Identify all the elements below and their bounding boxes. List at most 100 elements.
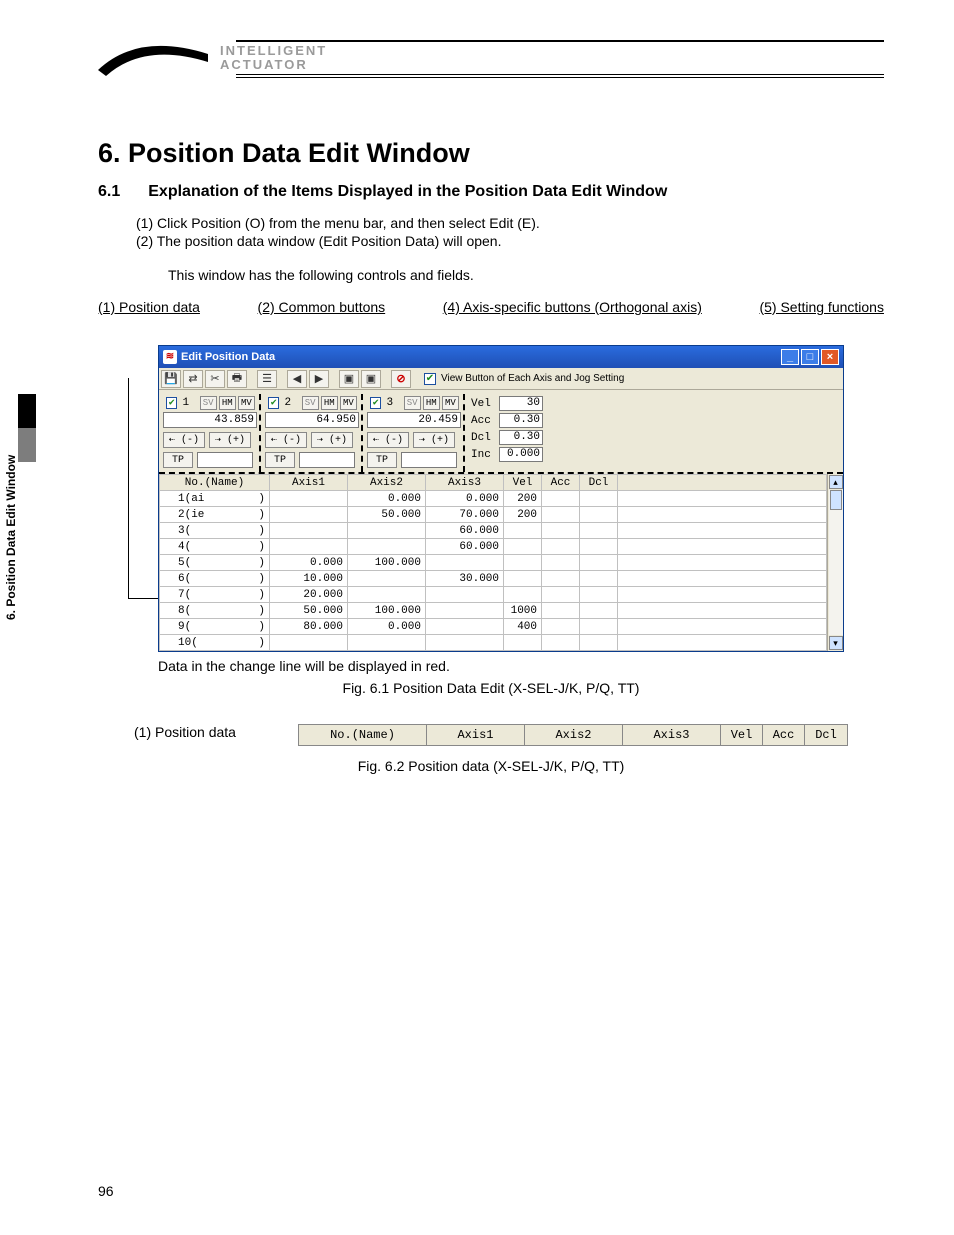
minimize-button[interactable]: _ bbox=[781, 349, 799, 365]
hs-axis1: Axis1 bbox=[427, 725, 525, 745]
jog-vel-input[interactable]: 30 bbox=[499, 396, 543, 411]
axis1-tp-button[interactable]: TP bbox=[163, 452, 193, 468]
jog-vel-label: Vel bbox=[471, 398, 495, 410]
jog-acc-label: Acc bbox=[471, 415, 495, 427]
callout-2: (2) Common buttons bbox=[258, 299, 386, 315]
window-title: Edit Position Data bbox=[181, 351, 275, 363]
hs-vel: Vel bbox=[721, 725, 763, 745]
table-row[interactable]: 8()50.000100.0001000 bbox=[160, 603, 827, 619]
axis-panel-2: ✔ 2 SV HM MV 64.950 ⇠ (-) ⇢ (+) TP bbox=[263, 394, 363, 472]
axis2-hm-button[interactable]: HM bbox=[321, 396, 338, 410]
hs-acc: Acc bbox=[763, 725, 805, 745]
jog-acc-input[interactable]: 0.30 bbox=[499, 413, 543, 428]
axis3-sv-button[interactable]: SV bbox=[404, 396, 421, 410]
teach-icon[interactable]: ☰ bbox=[257, 370, 277, 388]
instructions: (1) Click Position (O) from the menu bar… bbox=[136, 215, 884, 283]
scroll-down-icon[interactable]: ▾ bbox=[829, 636, 843, 650]
section-title: 6. Position Data Edit Window bbox=[98, 138, 884, 169]
axis2-sv-button[interactable]: SV bbox=[302, 396, 319, 410]
axis3-mv-button[interactable]: MV bbox=[442, 396, 459, 410]
axis3-jog-minus[interactable]: ⇠ (-) bbox=[367, 432, 409, 448]
axis1-position[interactable]: 43.859 bbox=[163, 412, 257, 428]
col-dcl: Dcl bbox=[580, 475, 618, 491]
axis-panels: ✔ 1 SV HM MV 43.859 ⇠ (-) ⇢ (+) TP bbox=[159, 390, 843, 474]
app-icon: ≋ bbox=[163, 350, 177, 364]
subsection-heading: 6.1 Explanation of the Items Displayed i… bbox=[98, 183, 884, 201]
jog-dcl-input[interactable]: 0.30 bbox=[499, 430, 543, 445]
close-button[interactable]: × bbox=[821, 349, 839, 365]
maximize-button[interactable]: □ bbox=[801, 349, 819, 365]
toolbar: 💾 ⇄ ✂ 🖶 ☰ ◀ ▶ ▣ ▣ ⊘ ✔ View Button of Eac… bbox=[159, 368, 843, 390]
hs-axis3: Axis3 bbox=[623, 725, 721, 745]
axis1-number: 1 bbox=[182, 397, 197, 409]
callout-1: (1) Position data bbox=[98, 299, 200, 315]
axis3-jog-plus[interactable]: ⇢ (+) bbox=[413, 432, 455, 448]
position-data-header-strip: No.(Name) Axis1 Axis2 Axis3 Vel Acc Dcl bbox=[298, 724, 848, 746]
scroll-thumb[interactable] bbox=[830, 490, 842, 510]
hs-axis2: Axis2 bbox=[525, 725, 623, 745]
axis3-number: 3 bbox=[386, 397, 401, 409]
col-axis1: Axis1 bbox=[270, 475, 348, 491]
col-axis3: Axis3 bbox=[426, 475, 504, 491]
axis2-tp-button[interactable]: TP bbox=[265, 452, 295, 468]
axis2-jog-plus[interactable]: ⇢ (+) bbox=[311, 432, 353, 448]
table-row[interactable]: 9()80.0000.000400 bbox=[160, 619, 827, 635]
cut-icon[interactable]: ✂ bbox=[205, 370, 225, 388]
axis3-tp-input[interactable] bbox=[401, 452, 457, 468]
print-icon[interactable]: 🖶 bbox=[227, 370, 247, 388]
table-row[interactable]: 6()10.00030.000 bbox=[160, 571, 827, 587]
vertical-scrollbar[interactable]: ▴ ▾ bbox=[827, 474, 843, 651]
table-row[interactable]: 10() bbox=[160, 635, 827, 651]
instruction-1: (1) Click Position (O) from the menu bar… bbox=[136, 215, 884, 231]
transfer-icon[interactable]: ⇄ bbox=[183, 370, 203, 388]
axis2-position[interactable]: 64.950 bbox=[265, 412, 359, 428]
axis3-enable-checkbox[interactable]: ✔ bbox=[370, 397, 381, 409]
figure-6-1-caption: Fig. 6.1 Position Data Edit (X-SEL-J/K, … bbox=[98, 680, 884, 696]
hs-name: No.(Name) bbox=[299, 725, 427, 745]
axis1-hm-button[interactable]: HM bbox=[219, 396, 236, 410]
table-row[interactable]: 4()60.000 bbox=[160, 539, 827, 555]
position-data-sublabel: (1) Position data bbox=[98, 724, 298, 740]
axis1-enable-checkbox[interactable]: ✔ bbox=[166, 397, 177, 409]
next-icon[interactable]: ▶ bbox=[309, 370, 329, 388]
cancel-icon[interactable]: ⊘ bbox=[391, 370, 411, 388]
axis1-sv-button[interactable]: SV bbox=[200, 396, 217, 410]
table-row[interactable]: 1(ai)0.0000.000200 bbox=[160, 491, 827, 507]
axis2-jog-minus[interactable]: ⇠ (-) bbox=[265, 432, 307, 448]
axis1-tp-input[interactable] bbox=[197, 452, 253, 468]
caption-redline: Data in the change line will be displaye… bbox=[158, 658, 884, 674]
callout-4: (4) Axis-specific buttons (Orthogonal ax… bbox=[443, 299, 702, 315]
jog-inc-input[interactable]: 0.000 bbox=[499, 447, 543, 462]
titlebar: ≋ Edit Position Data _ □ × bbox=[159, 346, 843, 368]
edit-position-data-window: ≋ Edit Position Data _ □ × 💾 ⇄ ✂ 🖶 ☰ ◀ ▶… bbox=[158, 345, 844, 652]
step-icon[interactable]: ▣ bbox=[361, 370, 381, 388]
view-axis-checkbox[interactable]: ✔ bbox=[424, 373, 436, 385]
axis1-mv-button[interactable]: MV bbox=[238, 396, 255, 410]
prev-icon[interactable]: ◀ bbox=[287, 370, 307, 388]
run-icon[interactable]: ▣ bbox=[339, 370, 359, 388]
side-tab-label: 6. Position Data Edit Window bbox=[4, 455, 18, 620]
axis2-enable-checkbox[interactable]: ✔ bbox=[268, 397, 279, 409]
axis2-tp-input[interactable] bbox=[299, 452, 355, 468]
scroll-up-icon[interactable]: ▴ bbox=[829, 475, 843, 489]
table-row[interactable]: 2(ie)50.00070.000200 bbox=[160, 507, 827, 523]
instruction-3: This window has the following controls a… bbox=[168, 267, 884, 283]
axis-panel-3: ✔ 3 SV HM MV 20.459 ⇠ (-) ⇢ (+) TP bbox=[365, 394, 465, 472]
axis3-tp-button[interactable]: TP bbox=[367, 452, 397, 468]
position-data-table[interactable]: No.(Name) Axis1 Axis2 Axis3 Vel Acc Dcl … bbox=[159, 474, 827, 651]
axis-panel-1: ✔ 1 SV HM MV 43.859 ⇠ (-) ⇢ (+) TP bbox=[161, 394, 261, 472]
col-acc: Acc bbox=[542, 475, 580, 491]
table-row[interactable]: 3()60.000 bbox=[160, 523, 827, 539]
axis3-position[interactable]: 20.459 bbox=[367, 412, 461, 428]
table-row[interactable]: 5()0.000100.000 bbox=[160, 555, 827, 571]
jog-settings: Vel30 Acc0.30 Dcl0.30 Inc0.000 bbox=[467, 394, 545, 472]
instruction-2: (2) The position data window (Edit Posit… bbox=[136, 233, 884, 249]
brand-line2: ACTUATOR bbox=[220, 58, 327, 72]
axis3-hm-button[interactable]: HM bbox=[423, 396, 440, 410]
view-axis-label: View Button of Each Axis and Jog Setting bbox=[441, 373, 624, 384]
table-row[interactable]: 7()20.000 bbox=[160, 587, 827, 603]
axis1-jog-plus[interactable]: ⇢ (+) bbox=[209, 432, 251, 448]
axis1-jog-minus[interactable]: ⇠ (-) bbox=[163, 432, 205, 448]
save-icon[interactable]: 💾 bbox=[161, 370, 181, 388]
axis2-mv-button[interactable]: MV bbox=[340, 396, 357, 410]
